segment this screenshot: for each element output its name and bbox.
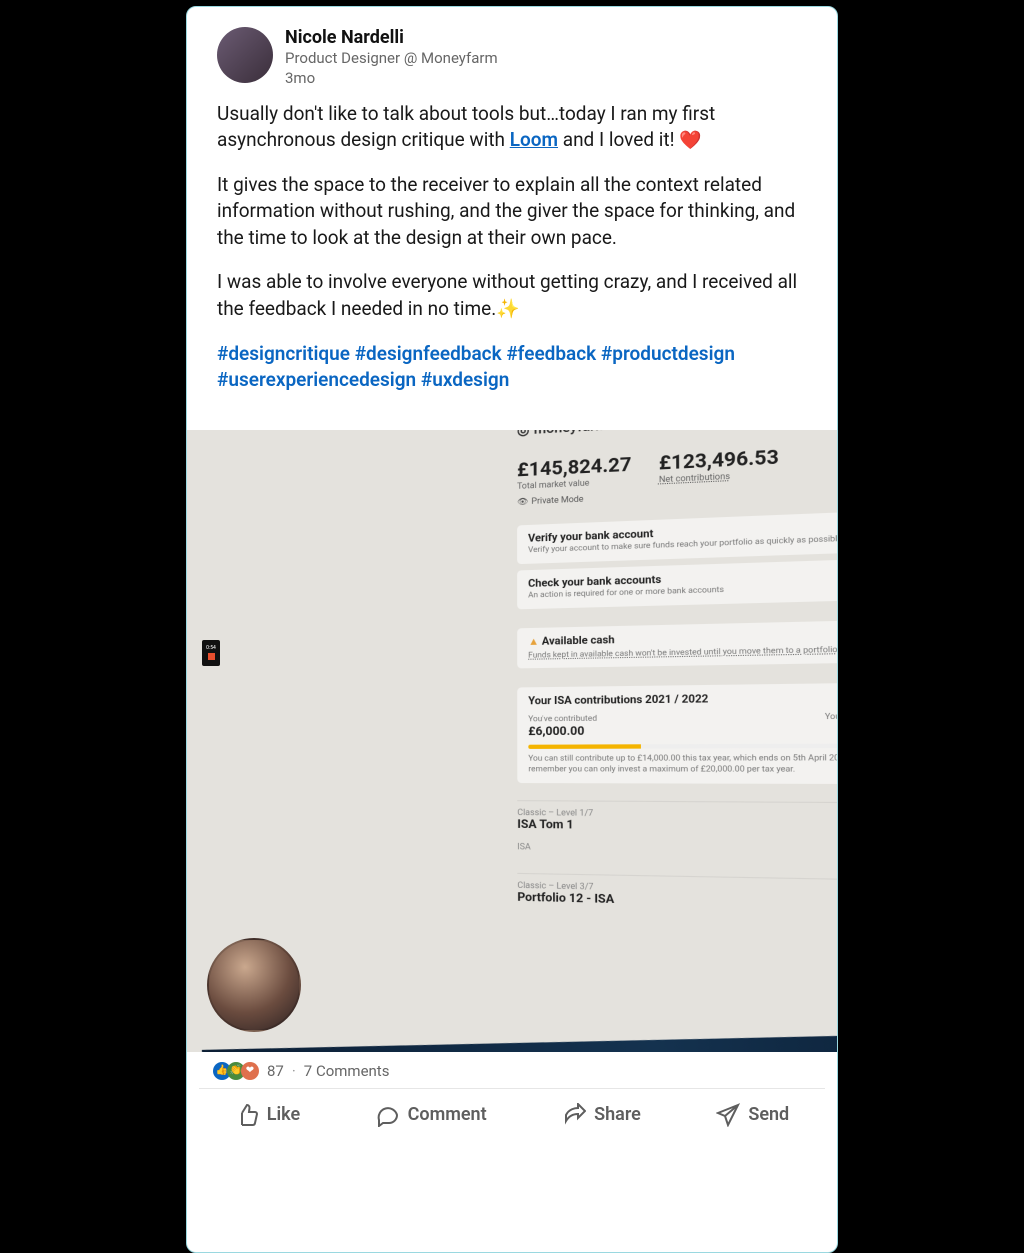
- author-subtitle: Product Designer @ Moneyfarm: [285, 48, 498, 68]
- warning-icon: ▲: [528, 636, 539, 648]
- post-media[interactable]: Restric.ts Storybook MF DS Text Inbox Ca…: [187, 430, 837, 1052]
- comments-count[interactable]: 7 Comments: [304, 1062, 390, 1080]
- loom-recorder: 0:54: [202, 640, 220, 666]
- thumbs-up-icon: [235, 1103, 259, 1127]
- post-body: Usually don't like to talk about tools b…: [187, 99, 837, 430]
- share-arrow-icon: [562, 1103, 586, 1127]
- reaction-icons[interactable]: 👍 👏 ❤: [217, 1062, 259, 1080]
- available-cash-panel: ▲ Available cash £13,873.05 Funds kept i…: [517, 618, 837, 668]
- post-paragraph-3: I was able to involve everyone without g…: [217, 269, 807, 322]
- eye-icon: 👁: [517, 497, 528, 507]
- check-panel: Check your bank accounts An action is re…: [517, 557, 837, 609]
- post-paragraph-2: It gives the space to the receiver to ex…: [217, 172, 807, 252]
- send-button[interactable]: Send: [716, 1103, 789, 1127]
- isa-progress-bar: [528, 743, 837, 749]
- author-name[interactable]: Nicole Nardelli: [285, 27, 498, 48]
- loom-presenter-avatar: [207, 938, 301, 1032]
- isa-panel: Your ISA contributions 2021 / 2022 You'v…: [517, 682, 837, 783]
- post-time: 3mo: [285, 68, 498, 88]
- author-block: Nicole Nardelli Product Designer @ Money…: [285, 27, 498, 89]
- hashtag[interactable]: #feedback: [506, 342, 596, 365]
- heart-emoji: ❤️: [679, 130, 701, 151]
- metrics-row: £145,824.27 Total market value £123,496.…: [517, 439, 837, 491]
- post-paragraph-1: Usually don't like to talk about tools b…: [217, 101, 807, 154]
- dashboard: ◎ moneyfarm £145,824.27 Total market val…: [517, 430, 837, 913]
- action-bar: Like Comment Share Send: [187, 1089, 837, 1147]
- post-header: Nicole Nardelli Product Designer @ Money…: [187, 7, 837, 99]
- hashtag[interactable]: #productdesign: [601, 342, 735, 365]
- engagement-row: 👍 👏 ❤ 87 · 7 Comments: [199, 1052, 825, 1089]
- verify-panel: Verify your bank account Verify your acc…: [517, 509, 837, 564]
- comment-button[interactable]: Comment: [376, 1103, 487, 1127]
- post-card: Nicole Nardelli Product Designer @ Money…: [186, 6, 838, 1253]
- speech-bubble-icon: [376, 1103, 400, 1127]
- logo-icon: ◎: [517, 430, 529, 439]
- share-button[interactable]: Share: [562, 1103, 641, 1127]
- stop-icon: [208, 653, 215, 660]
- love-reaction-icon: ❤: [241, 1062, 259, 1080]
- paper-plane-icon: [716, 1103, 740, 1127]
- hashtag[interactable]: #userexperiencedesign: [217, 368, 416, 391]
- portfolio-row-2: Classic – Level 3/7 Portfolio 12 - ISA –…: [517, 872, 837, 913]
- hashtag[interactable]: #designcritique: [217, 342, 350, 365]
- author-avatar[interactable]: [217, 27, 273, 83]
- reaction-count[interactable]: 87: [267, 1062, 284, 1080]
- post-hashtags: #designcritique #designfeedback #feedbac…: [217, 341, 807, 394]
- hashtag[interactable]: #designfeedback: [355, 342, 502, 365]
- metric-total-market-value: £145,824.27 Total market value: [517, 454, 632, 491]
- metric-net-contributions: £123,496.53 Net contributions: [659, 446, 779, 484]
- keyboard-stripe: [202, 1032, 837, 1052]
- hashtag[interactable]: #uxdesign: [421, 368, 509, 391]
- like-button[interactable]: Like: [235, 1103, 300, 1127]
- brand-logo: ◎ moneyfarm: [517, 430, 837, 439]
- portfolio-row-1: Classic – Level 1/7 ISA Tom 1 ISA ▲ 34.1…: [517, 799, 837, 861]
- loom-link[interactable]: Loom: [510, 128, 558, 151]
